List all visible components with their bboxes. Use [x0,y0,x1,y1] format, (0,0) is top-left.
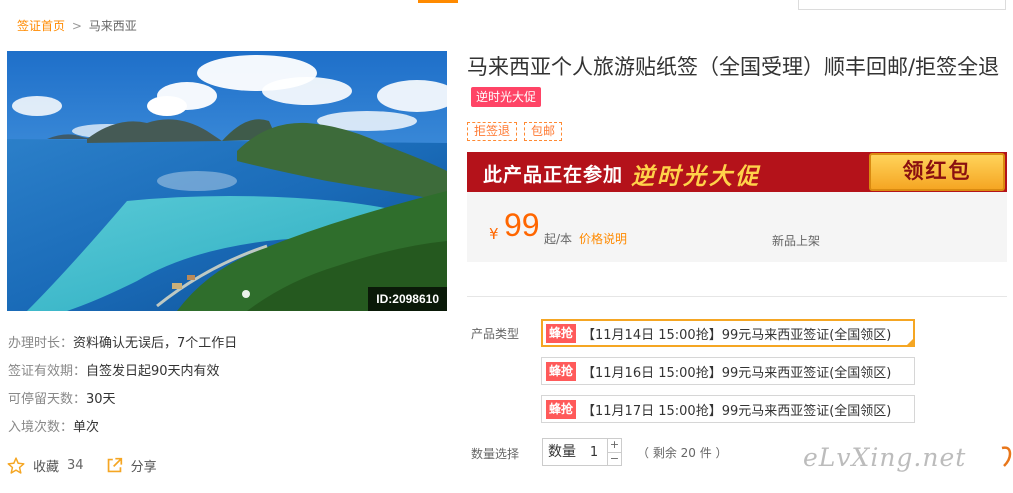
info-label: 可停留天数： [8,392,87,407]
visa-info-list: 办理时长：资料确认无误后，7个工作日 签证有效期：自签发日起90天内有效 可停留… [8,334,237,446]
option-text: 【11月16日 15:00抢】99元马来西亚签证(全国领区) [582,365,892,381]
product-actions: 收藏 34 分享 [7,456,179,475]
flash-sale-badge: 蜂抢 [546,399,577,419]
info-row-validity: 签证有效期：自签发日起90天内有效 [8,362,237,390]
price-unit: 起/本 [544,232,573,246]
info-value: 30天 [86,392,116,407]
price-value: 99 [504,207,540,243]
product-option-3[interactable]: 蜂抢 【11月17日 15:00抢】99元马来西亚签证(全国领区) [541,395,915,423]
new-product-label: 新品上架 [772,234,821,248]
image-id-label: ID:2098610 [368,287,447,311]
get-red-packet-button[interactable]: 领红包 [869,153,1005,191]
flash-sale-badge: 蜂抢 [546,361,577,381]
info-label: 办理时长： [8,336,74,351]
top-search-box[interactable] [798,0,1006,10]
product-title-text: 马来西亚个人旅游贴纸签（全国受理）顺丰回邮/拒签全退 [467,55,1000,79]
breadcrumb: 签证首页 > 马来西亚 [17,17,137,34]
quantity-label: 数量选择 [471,447,520,461]
selected-check-icon [906,338,914,346]
top-nav-active-indicator [418,0,458,3]
info-value: 资料确认无误后，7个工作日 [73,336,238,351]
share-icon [107,457,122,473]
breadcrumb-separator: > [71,19,82,33]
share-label: 分享 [130,460,157,475]
price-explain-link[interactable]: 价格说明 [579,230,627,247]
tag-refund: 拒签退 [467,122,518,141]
carousel-dot[interactable] [242,290,250,298]
hero-landscape-illustration [7,51,447,311]
info-value: 自签发日起90天内有效 [86,364,220,379]
quantity-buttons: + − [607,439,621,465]
info-row-stay-days: 可停留天数：30天 [8,390,237,418]
info-label: 签证有效期： [8,364,87,379]
banner-text: 此产品正在参加 [483,164,624,186]
product-tags: 拒签退 包邮 [467,122,569,141]
promo-banner: 此产品正在参加 逆时光大促 领红包 [467,152,1007,192]
quantity-stepper: 数量 + − [542,438,622,466]
favorite-label: 收藏 [33,460,60,475]
product-title: 马来西亚个人旅游贴纸签（全国受理）顺丰回邮/拒签全退逆时光大促 [467,52,1012,112]
star-icon [7,457,25,474]
flash-sale-badge: 蜂抢 [546,323,577,343]
tag-free-shipping: 包邮 [524,122,563,141]
breadcrumb-home-link[interactable]: 签证首页 [17,19,65,33]
price-currency: ¥ [489,225,499,243]
price-box: ¥ 99 起/本 价格说明 新品上架 [467,192,1007,262]
product-option-1[interactable]: 蜂抢 【11月14日 15:00抢】99元马来西亚签证(全国领区) [541,319,915,347]
info-value: 单次 [73,420,100,435]
quantity-stepper-label: 数量 [548,444,576,460]
site-watermark: eLvXing.net [803,443,967,472]
watermark-logo-icon [1001,446,1012,467]
promo-badge: 逆时光大促 [471,87,542,107]
product-option-2[interactable]: 蜂抢 【11月16日 15:00抢】99元马来西亚签证(全国领区) [541,357,915,385]
share-button[interactable]: 分享 [106,456,157,475]
favorite-count: 34 [67,458,84,473]
stock-remaining: （ 剩余 20 件 ） [637,446,728,460]
info-row-processing-time: 办理时长：资料确认无误后，7个工作日 [8,334,237,362]
quantity-input[interactable] [581,439,607,465]
product-type-label: 产品类型 [471,327,520,341]
info-label: 入境次数： [8,420,74,435]
option-text: 【11月14日 15:00抢】99元马来西亚签证(全国领区) [582,327,892,343]
option-text: 【11月17日 15:00抢】99元马来西亚签证(全国领区) [582,403,892,419]
banner-promo-name: 逆时光大促 [631,164,761,190]
hero-image[interactable]: ID:2098610 [7,51,447,311]
section-divider [467,296,1007,297]
quantity-minus-button[interactable]: − [608,451,621,466]
info-row-entries: 入境次数：单次 [8,418,237,446]
quantity-plus-button[interactable]: + [608,439,621,452]
breadcrumb-current: 马来西亚 [88,19,137,33]
favorite-button[interactable]: 收藏 34 [7,456,84,475]
